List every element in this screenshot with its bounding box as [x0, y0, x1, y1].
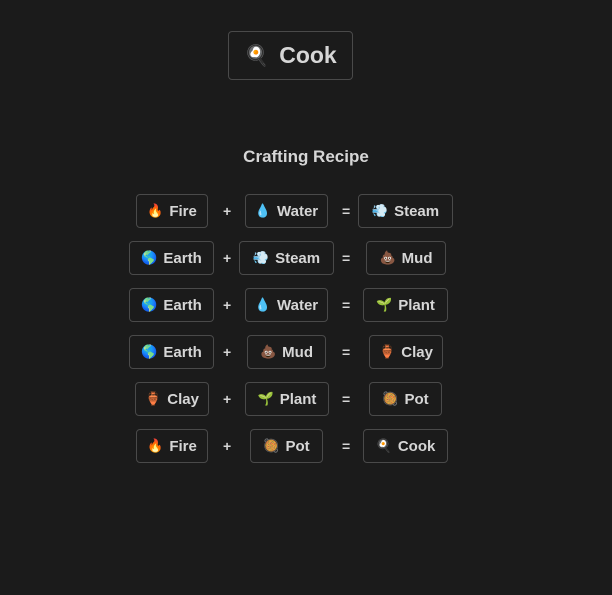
plus-operator: +	[223, 344, 232, 360]
ingredient-a-label: Earth	[163, 249, 202, 267]
result-label: Steam	[394, 202, 440, 220]
recipe-row: 🔥 Fire + 💧 Water = 💨 Steam	[0, 194, 612, 228]
earth-globe-icon: 🌎	[141, 297, 158, 312]
ingredient-a-label: Earth	[163, 343, 202, 361]
ingredient-b-label: Pot	[285, 437, 310, 455]
equals-operator: =	[342, 297, 351, 313]
ingredient-b-chip[interactable]: 💧 Water	[245, 288, 328, 322]
ingredient-b-label: Mud	[282, 343, 313, 361]
ingredient-a-chip[interactable]: 🏺 Clay	[135, 382, 209, 416]
result-chip[interactable]: 🌱 Plant	[363, 288, 448, 322]
result-label: Pot	[404, 390, 429, 408]
water-drop-icon: 💧	[254, 297, 272, 312]
recipe-row: 🌎 Earth + 💧 Water = 🌱 Plant	[0, 288, 612, 322]
plus-operator: +	[223, 438, 232, 454]
recipe-row: 🏺 Clay + 🌱 Plant = 🥘 Pot	[0, 382, 612, 416]
plus-operator: +	[223, 297, 232, 313]
earth-globe-icon: 🌎	[141, 250, 158, 265]
mud-icon: 💩	[379, 250, 396, 265]
recipe-row: 🌎 Earth + 💨 Steam = 💩 Mud	[0, 241, 612, 275]
ingredient-a-chip[interactable]: 🌎 Earth	[129, 335, 214, 369]
earth-globe-icon: 🌎	[141, 344, 158, 359]
result-chip[interactable]: 🥘 Pot	[369, 382, 442, 416]
plus-operator: +	[223, 250, 232, 266]
result-label: Cook	[397, 437, 436, 455]
recipe-row: 🌎 Earth + 💩 Mud = 🏺 Clay	[0, 335, 612, 369]
ingredient-a-label: Earth	[163, 296, 202, 314]
result-label: Mud	[401, 249, 433, 267]
ingredient-a-label: Fire	[169, 437, 197, 455]
cooking-pot-icon: 🥘	[263, 438, 280, 453]
ingredient-b-chip[interactable]: 🌱 Plant	[245, 382, 329, 416]
ingredient-a-chip[interactable]: 🔥 Fire	[136, 429, 208, 463]
ingredient-b-chip[interactable]: 🥘 Pot	[250, 429, 323, 463]
ingredient-b-label: Water	[277, 202, 319, 220]
amphora-icon: 🏺	[379, 344, 396, 359]
ingredient-a-chip[interactable]: 🔥 Fire	[136, 194, 208, 228]
ingredient-b-label: Steam	[275, 249, 321, 267]
ingredient-b-label: Plant	[279, 390, 317, 408]
plus-operator: +	[223, 203, 232, 219]
result-chip[interactable]: 💩 Mud	[366, 241, 446, 275]
result-label: Clay	[401, 343, 433, 361]
water-drop-icon: 💧	[254, 203, 272, 218]
steam-icon: 💨	[252, 250, 270, 265]
ingredient-a-chip[interactable]: 🌎 Earth	[129, 241, 214, 275]
mud-icon: 💩	[259, 344, 277, 359]
frying-pan-icon: 🍳	[375, 438, 392, 453]
frying-pan-icon: 🍳	[244, 45, 270, 67]
ingredient-a-label: Clay	[167, 390, 199, 408]
ingredient-b-label: Water	[277, 296, 319, 314]
ingredient-a-label: Fire	[169, 202, 197, 220]
ingredient-b-chip[interactable]: 💧 Water	[245, 194, 328, 228]
result-chip[interactable]: 💨 Steam	[358, 194, 453, 228]
equals-operator: =	[342, 344, 351, 360]
equals-operator: =	[342, 250, 351, 266]
equals-operator: =	[342, 391, 351, 407]
ingredient-b-chip[interactable]: 💨 Steam	[239, 241, 334, 275]
plus-operator: +	[223, 391, 232, 407]
seedling-icon: 🌱	[257, 391, 274, 406]
steam-icon: 💨	[371, 203, 389, 218]
ingredient-a-chip[interactable]: 🌎 Earth	[129, 288, 214, 322]
target-element-label: Cook	[279, 42, 337, 68]
ingredient-b-chip[interactable]: 💩 Mud	[247, 335, 326, 369]
cooking-pot-icon: 🥘	[382, 391, 399, 406]
amphora-icon: 🏺	[145, 391, 162, 406]
equals-operator: =	[342, 203, 351, 219]
seedling-icon: 🌱	[376, 297, 393, 312]
fire-icon: 🔥	[147, 203, 164, 218]
fire-icon: 🔥	[147, 438, 164, 453]
result-label: Plant	[398, 296, 435, 314]
target-element-chip[interactable]: 🍳 Cook	[228, 31, 353, 80]
equals-operator: =	[342, 438, 351, 454]
recipe-row: 🔥 Fire + 🥘 Pot = 🍳 Cook	[0, 429, 612, 463]
result-chip[interactable]: 🏺 Clay	[369, 335, 443, 369]
crafting-recipe-heading: Crafting Recipe	[243, 147, 369, 166]
result-chip[interactable]: 🍳 Cook	[363, 429, 448, 463]
